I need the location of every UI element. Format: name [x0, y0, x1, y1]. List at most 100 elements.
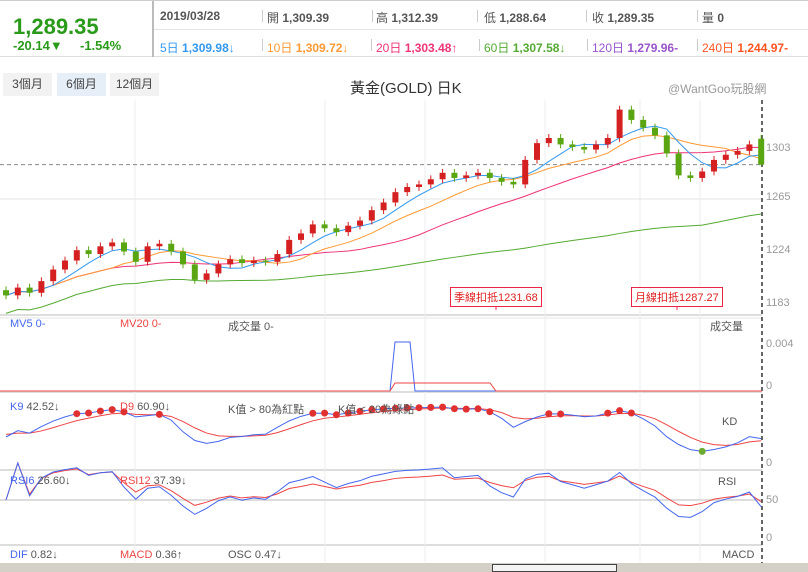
candle-body	[581, 147, 588, 150]
candle-body	[191, 264, 198, 280]
candle-body	[404, 186, 411, 193]
kd-note-low: K值 < 20為綠點	[338, 404, 415, 416]
kd-note-high: K值 > 80為紅點	[228, 404, 305, 416]
candle-body	[286, 239, 293, 255]
k-overbought-dot	[462, 405, 470, 413]
candle-body	[628, 109, 635, 120]
candle-body	[121, 242, 127, 252]
k-overbought-dot	[85, 409, 93, 417]
volume-tick: 0	[766, 380, 773, 392]
candle-body	[758, 138, 765, 165]
d-value: D9 60.90↓	[120, 401, 171, 413]
rsi-panel-name: RSI	[718, 476, 737, 488]
k-overbought-dot	[486, 408, 494, 416]
candle-body	[227, 259, 234, 265]
candle-body	[593, 144, 599, 150]
candle-body	[239, 259, 245, 264]
k-overbought-dot	[73, 410, 81, 418]
candle-body	[498, 177, 505, 182]
month-line-deduction-label: 月線扣抵1287.27	[631, 287, 723, 307]
k-overbought-dot	[616, 407, 624, 415]
candle-body	[392, 192, 399, 203]
k-overbought-dot	[474, 405, 482, 413]
kd-panel-name: KD	[722, 416, 738, 428]
candle-body	[274, 254, 281, 262]
candle-body	[557, 137, 564, 145]
candle-body	[569, 144, 576, 147]
candle-body	[663, 135, 670, 154]
k-overbought-dot	[309, 409, 317, 417]
candle-body	[604, 137, 611, 145]
candle-body	[156, 243, 163, 247]
candle-body	[522, 159, 529, 185]
candle-body	[534, 143, 540, 160]
candle-body	[652, 127, 658, 136]
volume-tick: 0.004	[766, 338, 794, 350]
scrollbar-thumb[interactable]	[492, 564, 617, 572]
macd-value: MACD 0.36↑	[120, 549, 183, 561]
candle-body	[215, 264, 222, 274]
candle-body	[345, 225, 352, 233]
candle-body	[298, 233, 304, 240]
k-overbought-dot	[427, 403, 435, 411]
rsi-tick: 50	[766, 494, 779, 506]
candle-body	[62, 260, 68, 270]
candle-body	[427, 179, 434, 185]
candle-body	[675, 153, 682, 176]
candle-body	[616, 109, 623, 138]
candle-body	[26, 287, 33, 293]
k-overbought-dot	[557, 410, 565, 418]
chart-scrollbar[interactable]	[0, 563, 808, 572]
candle-body	[746, 144, 753, 151]
candle-body	[439, 172, 446, 180]
candle-body	[38, 281, 45, 293]
dif-value: DIF 0.82↓	[10, 549, 58, 561]
osc-value: OSC 0.47↓	[228, 549, 282, 561]
candle-body	[203, 273, 210, 280]
candle-body	[357, 220, 363, 226]
rsi6-line	[5, 461, 762, 518]
price-axis-tick: 1224	[766, 244, 790, 256]
k-overbought-dot	[108, 406, 116, 414]
k-overbought-dot	[321, 409, 329, 417]
volume-line	[0, 341, 762, 392]
candle-body	[687, 175, 694, 178]
candle-body	[380, 202, 387, 211]
k-overbought-dot	[545, 410, 553, 418]
quarter-line-deduction-label: 季線扣抵1231.68	[450, 287, 542, 307]
candle-body	[132, 251, 139, 262]
k-value: K9 42.52↓	[10, 401, 60, 413]
candle-body	[250, 260, 257, 264]
candle-body	[14, 287, 21, 296]
candle-body	[734, 150, 741, 155]
volume-mv5-label: MV5 0-	[10, 318, 46, 330]
candle-body	[510, 181, 517, 185]
candle-body	[85, 250, 92, 255]
candle-body	[144, 246, 151, 262]
candle-body	[699, 171, 706, 178]
candle-body	[168, 243, 175, 252]
candle-body	[321, 224, 328, 229]
candle-body	[50, 269, 57, 282]
rsi6-value: RSI6 26.60↓	[10, 475, 71, 487]
candle-body	[545, 137, 552, 144]
candle-body	[463, 175, 470, 178]
candle-body	[640, 119, 647, 128]
candle-body	[475, 172, 481, 176]
volume-label: 成交量 0-	[228, 321, 274, 333]
k-oversold-dot	[698, 447, 706, 455]
candle-body	[722, 154, 729, 160]
k-overbought-dot	[96, 407, 104, 415]
macd-panel-name: MACD	[722, 549, 755, 561]
candle-body	[262, 260, 269, 262]
kd-tick: 0	[766, 457, 773, 469]
volume-ma-line	[0, 382, 762, 392]
volume-mv20-label: MV20 0-	[120, 318, 162, 330]
price-axis-tick: 1183	[766, 297, 790, 309]
candle-body	[109, 242, 116, 247]
k-overbought-dot	[439, 403, 447, 411]
candle-body	[73, 250, 80, 261]
candle-body	[97, 246, 104, 255]
rsi12-value: RSI12 37.39↓	[120, 475, 187, 487]
price-axis-tick: 1265	[766, 191, 790, 203]
